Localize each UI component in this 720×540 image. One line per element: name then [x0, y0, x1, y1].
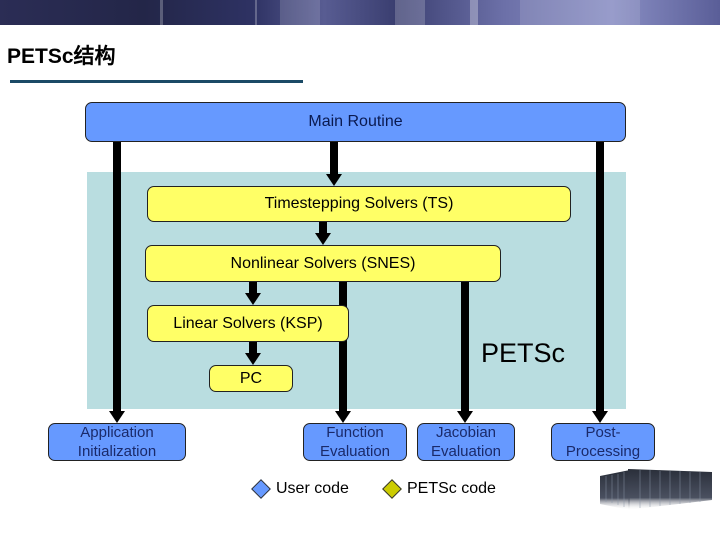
jacobian-eval-line2: Evaluation	[430, 443, 502, 460]
petsc-code-diamond-icon	[382, 479, 402, 499]
main-routine-label: Main Routine	[308, 113, 403, 130]
arrow-jacobian-eval-head	[457, 411, 473, 423]
function-evaluation-box: Function Evaluation	[303, 423, 407, 461]
arrow-main-ts-shaft	[330, 142, 338, 176]
nonlinear-solvers-label: Nonlinear Solvers (SNES)	[230, 254, 416, 272]
server-rack-image	[600, 469, 712, 510]
arrow-post-processing-head	[592, 411, 608, 423]
arrow-post-processing-shaft	[596, 142, 604, 412]
jacobian-eval-line1: Jacobian	[435, 424, 497, 441]
linear-solvers-box: Linear Solvers (KSP)	[147, 305, 349, 342]
petsc-region-label: PETSc	[481, 338, 566, 368]
post-processing-box: Post- Processing	[551, 423, 655, 461]
arrow-app-init-shaft	[113, 142, 121, 412]
application-initialization-box: Application Initialization	[48, 423, 186, 461]
function-eval-line2: Evaluation	[319, 443, 391, 460]
legend-user-code: User code	[251, 479, 349, 499]
post-processing-line2: Processing	[565, 443, 641, 460]
linear-solvers-label: Linear Solvers (KSP)	[173, 314, 323, 332]
arrow-function-eval-shaft	[339, 282, 347, 412]
legend-petsc-code-label: PETSc code	[407, 480, 496, 497]
arrow-ts-snes-head	[315, 233, 331, 245]
user-code-diamond-icon	[251, 479, 271, 499]
arrow-function-eval-head	[335, 411, 351, 423]
arrow-app-init-head	[109, 411, 125, 423]
pc-box: PC	[209, 365, 293, 392]
page-title: PETSc结构	[7, 45, 116, 68]
post-processing-line1: Post-	[585, 424, 621, 441]
app-init-line1: Application	[80, 424, 154, 441]
nonlinear-solvers-box: Nonlinear Solvers (SNES)	[145, 245, 501, 282]
jacobian-evaluation-box: Jacobian Evaluation	[417, 423, 515, 461]
timestepping-solvers-label: Timestepping Solvers (TS)	[264, 195, 454, 212]
timestepping-solvers-box: Timestepping Solvers (TS)	[147, 186, 571, 222]
header-banner-image	[0, 0, 720, 25]
pc-label: PC	[239, 369, 263, 387]
arrow-main-ts-head	[326, 174, 342, 186]
title-underline	[10, 80, 303, 83]
arrow-snes-ksp-head	[245, 293, 261, 305]
legend-user-code-label: User code	[276, 480, 349, 497]
legend-petsc-code: PETSc code	[382, 479, 496, 499]
arrow-ksp-pc-head	[245, 353, 261, 365]
function-eval-line1: Function	[326, 424, 384, 441]
app-init-line2: Initialization	[77, 443, 157, 460]
main-routine-box: Main Routine	[85, 102, 626, 142]
arrow-jacobian-eval-shaft	[461, 282, 469, 412]
